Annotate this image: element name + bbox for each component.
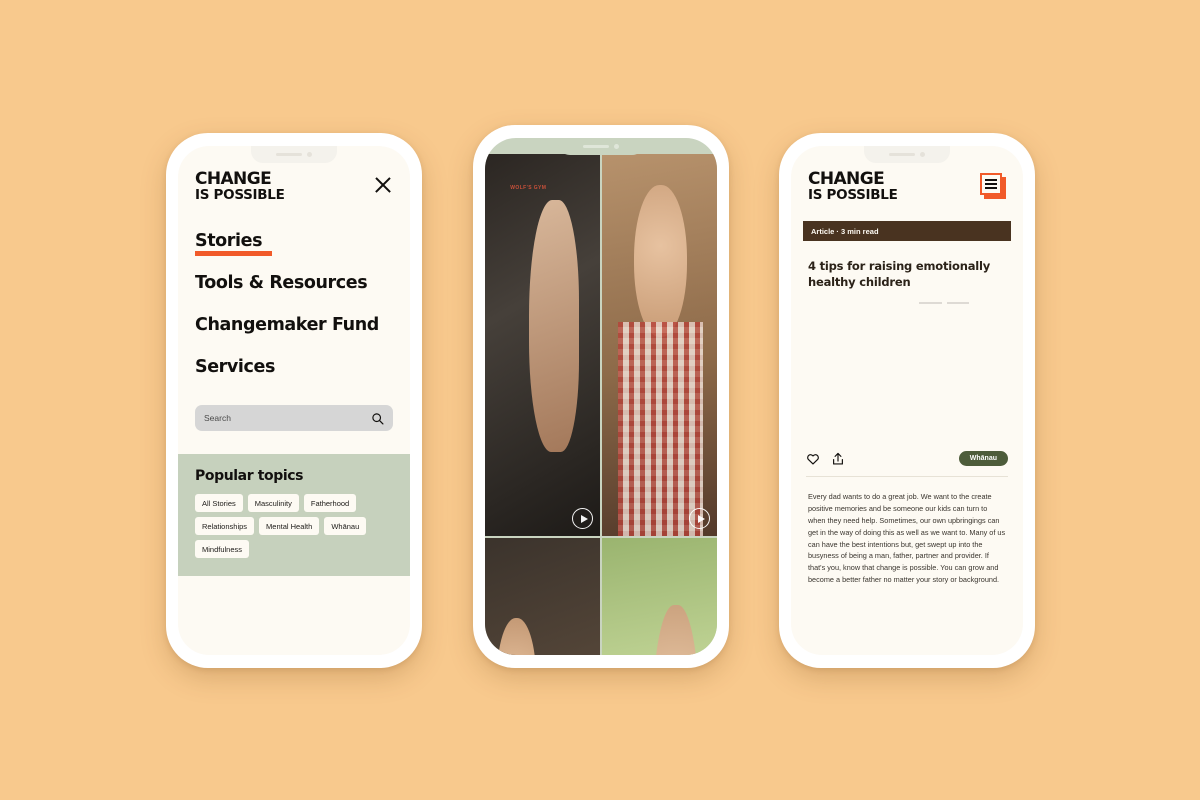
story-thumbnail-plaid	[602, 154, 717, 536]
story-tile-gym[interactable]	[485, 154, 600, 536]
article-screen: CHANGE IS POSSIBLE Article · 3 min read …	[791, 146, 1023, 655]
topic-chip-whanau[interactable]: Whānau	[324, 517, 367, 536]
hamburger-line	[985, 183, 997, 185]
popular-topics-heading: Popular topics	[195, 468, 304, 485]
wall-chart-pink	[919, 302, 943, 305]
topic-chip-fatherhood[interactable]: Fatherhood	[303, 494, 357, 513]
article-actions: Whānau	[791, 440, 1023, 467]
notch-speaker	[583, 145, 609, 148]
hamburger-face	[980, 173, 1002, 195]
stories-masonry-grid: READ READ READ READ	[485, 138, 717, 655]
nav-list: Stories Tools & Resources Changemaker Fu…	[178, 201, 410, 399]
popular-topics-panel: Popular topics All Stories Masculinity F…	[178, 454, 410, 577]
topic-chip-masculinity[interactable]: Masculinity	[247, 494, 299, 513]
phone-notch	[251, 146, 337, 163]
search-section	[178, 399, 410, 432]
brand-logo[interactable]: CHANGE IS POSSIBLE	[808, 169, 898, 203]
nav-item-services[interactable]: Services	[195, 357, 275, 377]
play-icon[interactable]	[689, 508, 710, 529]
play-icon[interactable]	[572, 508, 593, 529]
nav-item-stories[interactable]: Stories	[195, 231, 273, 257]
heart-icon[interactable]	[806, 452, 820, 466]
article-tag-whanau[interactable]: Whānau	[958, 451, 1008, 467]
topic-chip-mental-health[interactable]: Mental Health	[259, 517, 320, 536]
search-icon[interactable]	[371, 412, 384, 425]
share-icon[interactable]	[831, 452, 845, 466]
search-bar[interactable]	[195, 405, 393, 432]
article-hero-image	[803, 302, 1011, 440]
story-tile-chicken-girl[interactable]	[602, 538, 717, 655]
notch-camera	[307, 152, 312, 157]
story-thumbnail-chicken	[602, 538, 717, 655]
logo-accent-g: G	[246, 169, 261, 189]
close-icon[interactable]	[373, 175, 393, 195]
notch-camera	[920, 152, 925, 157]
article-title: 4 tips for raising emotionally healthy c…	[808, 259, 991, 289]
search-input[interactable]	[204, 413, 348, 424]
logo-line-1: CHANGE	[808, 169, 885, 189]
logo-line-2: IS POSSIBLE	[195, 186, 285, 203]
notch-speaker	[276, 153, 302, 156]
story-tile-plaid-shirt-man[interactable]	[602, 154, 717, 536]
phone-menu-mockup: CHANGE IS POSSIBLE Stories Tools & Resou…	[166, 133, 422, 668]
phone-notch	[558, 138, 644, 155]
brand-logo[interactable]: CHANGE IS POSSIBLE	[195, 169, 285, 203]
logo-accent-g: G	[859, 169, 874, 189]
nav-item-changemaker-fund[interactable]: Changemaker Fund	[195, 315, 379, 335]
hamburger-line	[985, 187, 997, 190]
notch-camera	[614, 144, 619, 149]
logo-line-1: CHANGE	[195, 169, 272, 189]
phone-grid-mockup: READ READ READ READ	[473, 125, 729, 668]
topic-chip-relationships[interactable]: Relationships	[195, 517, 255, 536]
topic-chip-all-stories[interactable]: All Stories	[195, 494, 243, 513]
phone-article-mockup: CHANGE IS POSSIBLE Article · 3 min read …	[779, 133, 1035, 668]
hamburger-icon[interactable]	[980, 173, 1006, 199]
topic-chip-mindfulness[interactable]: Mindfulness	[195, 540, 250, 559]
notch-speaker	[889, 153, 915, 156]
hamburger-line	[985, 178, 997, 181]
story-tile-chair-man[interactable]: READ	[485, 538, 600, 655]
stories-grid-screen: READ READ READ READ	[485, 138, 717, 655]
nav-item-tools-resources[interactable]: Tools & Resources	[195, 273, 368, 293]
topic-chip-list: All Stories Masculinity Fatherhood Relat…	[195, 494, 393, 559]
wall-chart-teal	[946, 302, 970, 305]
logo-line-2: IS POSSIBLE	[808, 186, 898, 203]
story-thumbnail-gym	[485, 154, 600, 536]
article-meta-text: Article · 3 min read	[811, 226, 879, 236]
story-thumbnail-chair	[485, 538, 600, 655]
menu-screen: CHANGE IS POSSIBLE Stories Tools & Resou…	[178, 146, 410, 655]
article-meta-bar: Article · 3 min read	[803, 221, 1011, 242]
phone-notch	[864, 146, 950, 163]
article-body-text: Every dad wants to do a great job. We wa…	[808, 492, 1006, 585]
